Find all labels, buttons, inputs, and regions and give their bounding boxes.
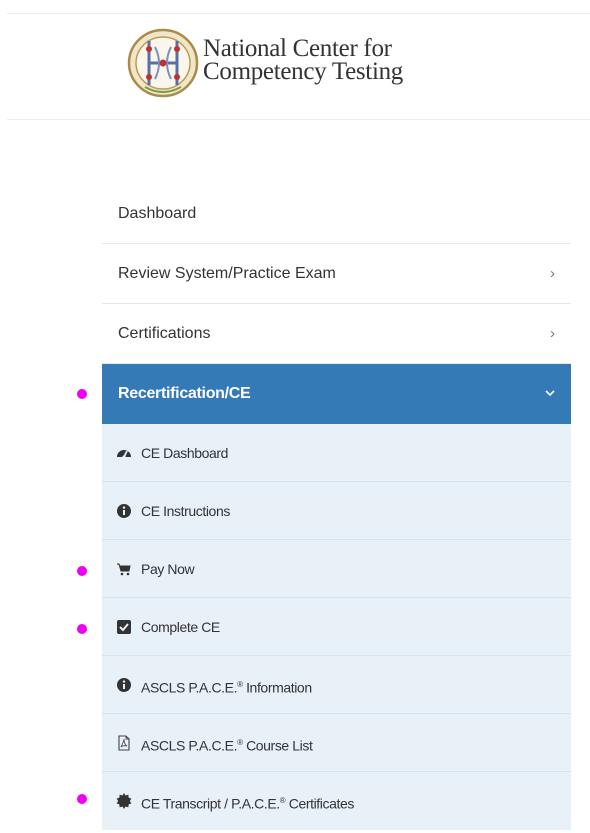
shopping-cart-icon: [117, 563, 131, 576]
submenu-item-ce-dashboard[interactable]: CE Dashboard: [102, 424, 571, 482]
submenu-item-pace-course-list[interactable]: ASCLS P.A.C.E.® Course List: [102, 714, 571, 772]
top-divider: [7, 13, 590, 14]
ncct-seal-icon: [127, 28, 199, 98]
annotation-marker: [77, 624, 87, 634]
submenu-item-ce-transcript[interactable]: CE Transcript / P.A.C.E.® Certificates: [102, 772, 571, 830]
menu-item-dashboard[interactable]: Dashboard: [102, 184, 571, 244]
chevron-right-icon: ›: [550, 265, 555, 282]
submenu-item-label: ASCLS P.A.C.E.® Course List: [141, 737, 313, 754]
logo-line-2: Competency Testing: [203, 58, 403, 85]
ncct-logo[interactable]: National Center for Competency Testing: [125, 27, 455, 99]
submenu-item-label: CE Dashboard: [141, 445, 229, 461]
annotation-marker: [77, 389, 87, 399]
recertification-submenu: CE Dashboard CE Instructions Pay Now Com…: [102, 424, 571, 830]
header-divider: [7, 119, 590, 120]
info-circle-icon: [117, 504, 131, 518]
submenu-item-pace-information[interactable]: ASCLS P.A.C.E.® Information: [102, 656, 571, 714]
menu-item-label: Recertification/CE: [118, 385, 251, 402]
submenu-item-label: CE Transcript / P.A.C.E.® Certificates: [141, 795, 354, 812]
submenu-item-label: CE Instructions: [141, 503, 230, 519]
info-circle-icon: [117, 678, 131, 692]
menu-item-certifications[interactable]: Certifications ›: [102, 304, 571, 364]
submenu-item-label: Pay Now: [141, 561, 195, 577]
menu-item-label: Review System/Practice Exam: [118, 265, 336, 282]
tachometer-icon: [117, 450, 131, 459]
menu-item-label: Dashboard: [118, 205, 197, 222]
logo-line-1: National Center for: [203, 35, 392, 62]
annotation-marker: [77, 794, 87, 804]
submenu-item-ce-instructions[interactable]: CE Instructions: [102, 482, 571, 540]
check-square-icon: [117, 620, 131, 634]
menu-item-recertification[interactable]: Recertification/CE: [102, 364, 571, 424]
file-pdf-icon: [118, 735, 130, 751]
sidebar-menu: Dashboard Review System/Practice Exam › …: [102, 184, 571, 830]
menu-item-review-system[interactable]: Review System/Practice Exam ›: [102, 244, 571, 304]
chevron-right-icon: ›: [550, 325, 555, 342]
logo-text: National Center for Competency Testing: [203, 35, 403, 85]
submenu-item-label: ASCLS P.A.C.E.® Information: [141, 679, 312, 696]
menu-item-label: Certifications: [118, 325, 211, 342]
submenu-item-label: Complete CE: [141, 619, 220, 635]
submenu-item-complete-ce[interactable]: Complete CE: [102, 598, 571, 656]
annotation-marker: [77, 566, 87, 576]
submenu-item-pay-now[interactable]: Pay Now: [102, 540, 571, 598]
certificate-icon: [116, 793, 132, 809]
